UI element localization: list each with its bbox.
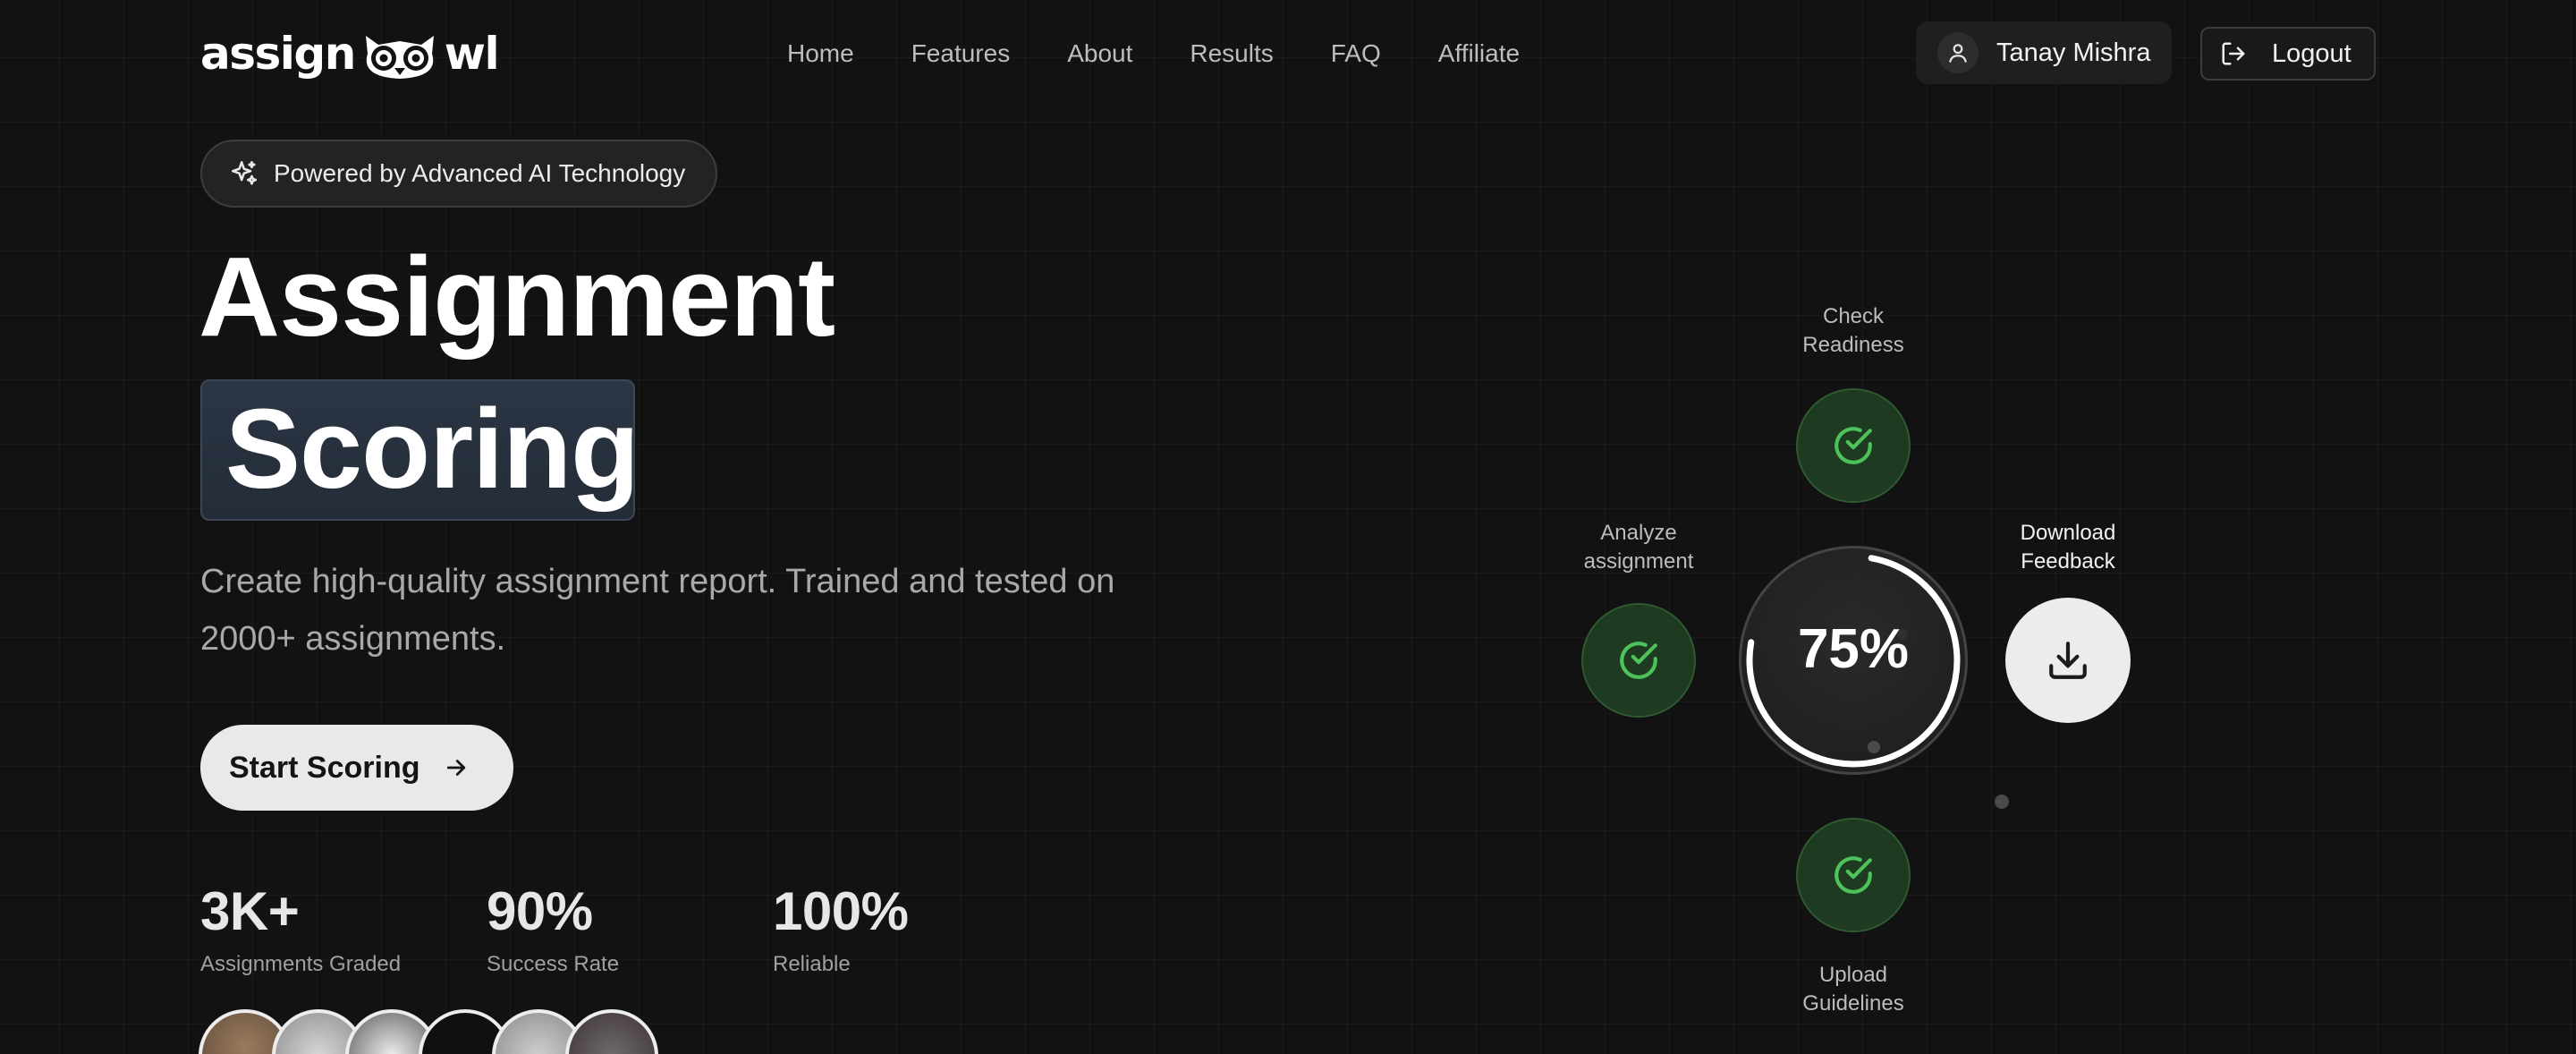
- stat-value: 100%: [773, 881, 909, 941]
- owl-logo-icon: [365, 36, 434, 79]
- user-menu[interactable]: Tanay Mishra: [1916, 21, 2172, 84]
- step-analyze[interactable]: [1581, 603, 1696, 718]
- nav-features[interactable]: Features: [911, 34, 1011, 73]
- main-nav: Home Features About Results FAQ Affiliat…: [787, 34, 1577, 73]
- nav-about[interactable]: About: [1067, 34, 1132, 73]
- check-circle-icon: [1835, 856, 1872, 894]
- download-feedback-button[interactable]: [2005, 598, 2131, 723]
- hero-title-line2: Scoring: [225, 386, 640, 512]
- download-icon: [2049, 642, 2087, 679]
- stat-success: 90% Success Rate: [487, 880, 619, 977]
- ai-badge: Powered by Advanced AI Technology: [200, 140, 718, 208]
- check-circle-icon: [1620, 642, 1657, 679]
- check-circle-icon: [1835, 427, 1872, 464]
- user-name: Tanay Mishra: [1996, 38, 2151, 67]
- logout-icon: [2222, 42, 2245, 65]
- nav-faq[interactable]: FAQ: [1331, 34, 1381, 73]
- start-scoring-label: Start Scoring: [229, 750, 420, 785]
- stat-label: Success Rate: [487, 952, 620, 976]
- step-upload[interactable]: [1796, 818, 1911, 932]
- progress-value: 75%: [1797, 618, 1910, 680]
- logo-text-right: wl: [444, 28, 500, 80]
- stat-label: Reliable: [773, 952, 851, 976]
- sparkles-icon: [231, 160, 258, 185]
- user-icon: [1937, 32, 1979, 73]
- step-label-analyze: Analyze assignment: [1583, 521, 1694, 574]
- nav-home[interactable]: Home: [787, 34, 854, 73]
- logout-button[interactable]: Logout: [2200, 27, 2376, 81]
- stat-value: 3K+: [200, 881, 300, 941]
- orbit-dot: [1868, 741, 1880, 753]
- ai-badge-text: Powered by Advanced AI Technology: [274, 159, 686, 187]
- stat-assignments: 3K+ Assignments Graded: [200, 880, 401, 977]
- user-avatars: [199, 1009, 664, 1054]
- stat-reliable: 100% Reliable: [773, 880, 909, 977]
- step-label-download: Download Feedback: [2020, 521, 2116, 574]
- nav-affiliate[interactable]: Affiliate: [1438, 34, 1520, 73]
- stat-value: 90%: [487, 881, 593, 941]
- start-scoring-button[interactable]: Start Scoring: [200, 725, 513, 811]
- step-label-check-readiness: Check Readiness: [1802, 304, 1904, 357]
- hero-title-line1: Assignment: [199, 234, 835, 360]
- logo[interactable]: assign wl: [200, 27, 500, 81]
- orbit-dot: [1995, 795, 2009, 809]
- step-check-readiness[interactable]: [1796, 388, 1911, 503]
- avatar: [565, 1009, 658, 1054]
- stat-label: Assignments Graded: [200, 952, 402, 976]
- orbit-dot: [1897, 629, 1908, 640]
- logout-label: Logout: [2272, 38, 2351, 68]
- hero-subtitle: Create high-quality assignment report. T…: [200, 563, 1115, 658]
- arrow-right-icon: [447, 760, 466, 776]
- logo-text-left: assign: [200, 28, 356, 80]
- nav-results[interactable]: Results: [1190, 34, 1273, 73]
- step-label-upload: Upload Guidelines: [1802, 963, 1904, 1016]
